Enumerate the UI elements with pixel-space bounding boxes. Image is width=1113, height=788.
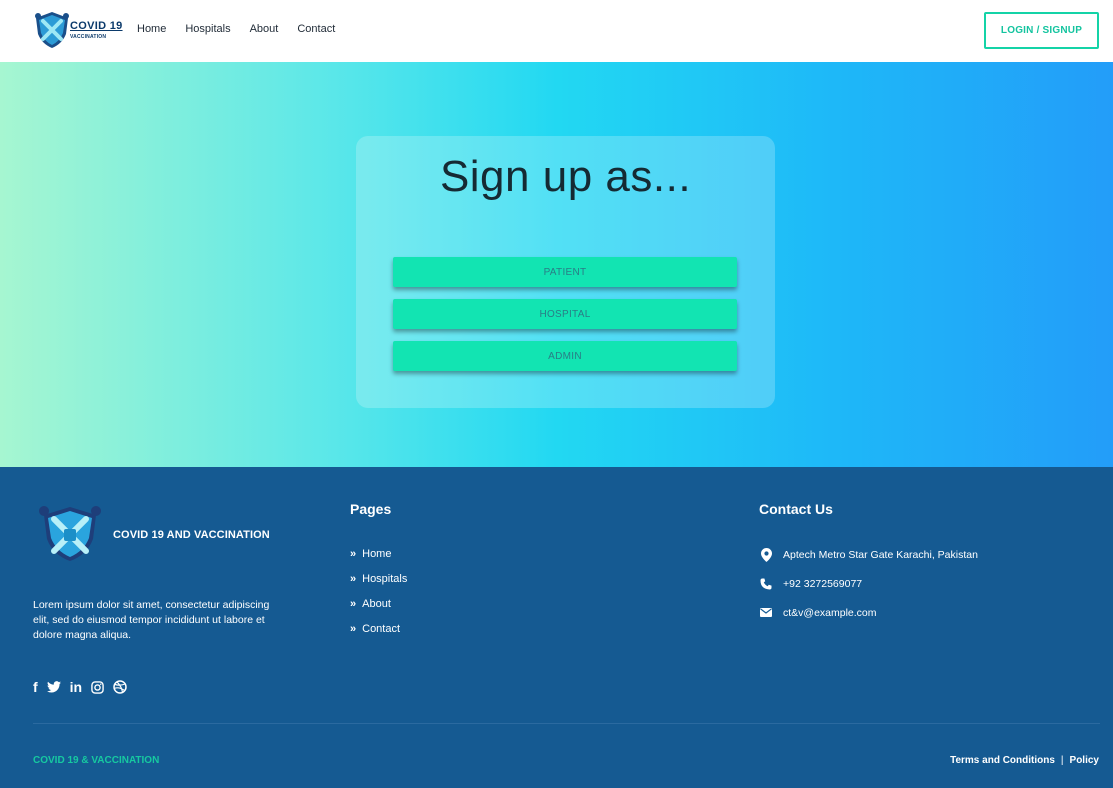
facebook-icon[interactable]: f bbox=[33, 679, 38, 695]
hero-section: Sign up as... PATIENT HOSPITAL ADMIN bbox=[0, 62, 1113, 467]
footer-description: Lorem ipsum dolor sit amet, consectetur … bbox=[33, 599, 270, 641]
footer-brand: COVID 19 AND VACCINATION bbox=[113, 529, 270, 541]
admin-button[interactable]: ADMIN bbox=[393, 341, 737, 371]
twitter-icon[interactable] bbox=[46, 681, 61, 693]
double-chevron-right-icon: » bbox=[350, 622, 357, 635]
logo-text: COVID 19 bbox=[70, 20, 123, 32]
dribbble-icon[interactable] bbox=[113, 680, 127, 694]
footer-link-contact[interactable]: » Contact bbox=[350, 616, 407, 641]
contact-email[interactable]: ct&v@example.com bbox=[759, 598, 978, 627]
double-chevron-right-icon: » bbox=[350, 547, 357, 560]
social-links: f in bbox=[33, 679, 127, 695]
linkedin-icon[interactable]: in bbox=[70, 679, 82, 695]
nav-home[interactable]: Home bbox=[137, 23, 166, 35]
legal-links: Terms and Conditions | Policy bbox=[950, 755, 1099, 766]
footer-divider bbox=[33, 723, 1100, 724]
envelope-icon bbox=[759, 608, 773, 617]
footer-pages-list: » Home » Hospitals » About » Contact bbox=[350, 541, 407, 641]
site-footer: COVID 19 AND VACCINATION Lorem ipsum dol… bbox=[0, 467, 1113, 788]
phone-icon bbox=[759, 578, 773, 590]
patient-button[interactable]: PATIENT bbox=[393, 257, 737, 287]
login-signup-button[interactable]: LOGIN / SIGNUP bbox=[984, 12, 1099, 49]
signup-role-card: Sign up as... PATIENT HOSPITAL ADMIN bbox=[356, 136, 775, 408]
policy-link[interactable]: Policy bbox=[1070, 755, 1099, 766]
contact-address: Aptech Metro Star Gate Karachi, Pakistan bbox=[759, 540, 978, 569]
pages-heading: Pages bbox=[350, 501, 392, 517]
instagram-icon[interactable] bbox=[91, 680, 104, 694]
nav-hospitals[interactable]: Hospitals bbox=[185, 23, 230, 35]
map-pin-icon bbox=[759, 547, 773, 562]
copyright-text: COVID 19 & VACCINATION bbox=[33, 755, 160, 766]
double-chevron-right-icon: » bbox=[350, 597, 357, 610]
hospital-button[interactable]: HOSPITAL bbox=[393, 299, 737, 329]
contact-heading: Contact Us bbox=[759, 501, 833, 517]
double-chevron-right-icon: » bbox=[350, 572, 357, 585]
terms-link[interactable]: Terms and Conditions bbox=[950, 755, 1055, 766]
site-header: COVID 19 VACCINATION Home Hospitals Abou… bbox=[0, 0, 1113, 62]
main-nav: Home Hospitals About Contact bbox=[137, 23, 354, 35]
footer-contact-list: Aptech Metro Star Gate Karachi, Pakistan… bbox=[759, 540, 978, 627]
legal-separator: | bbox=[1060, 755, 1064, 766]
footer-logo-icon bbox=[39, 506, 101, 561]
nav-contact[interactable]: Contact bbox=[297, 23, 335, 35]
nav-about[interactable]: About bbox=[250, 23, 279, 35]
shield-logo-icon bbox=[35, 12, 69, 48]
footer-link-about[interactable]: » About bbox=[350, 591, 407, 616]
contact-phone: +92 3272569077 bbox=[759, 569, 978, 598]
footer-link-home[interactable]: » Home bbox=[350, 541, 407, 566]
site-logo[interactable]: COVID 19 VACCINATION bbox=[32, 10, 128, 50]
signup-title: Sign up as... bbox=[439, 152, 692, 201]
logo-subtext: VACCINATION bbox=[70, 34, 107, 40]
footer-link-hospitals[interactable]: » Hospitals bbox=[350, 566, 407, 591]
